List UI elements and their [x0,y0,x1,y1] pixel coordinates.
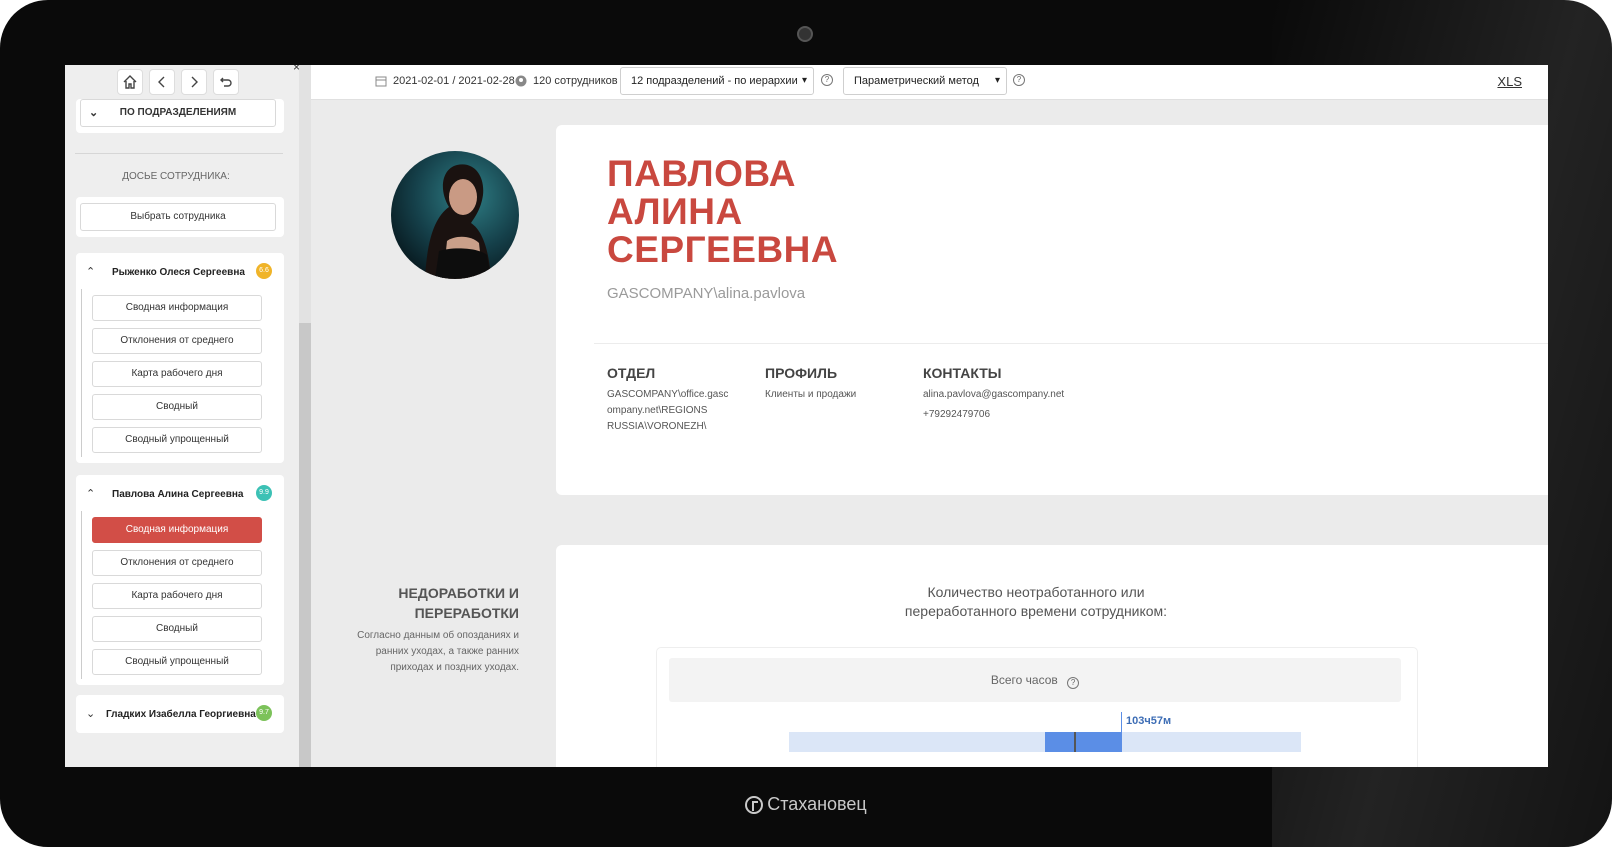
group-selector[interactable]: ⌄ ПО ПОДРАЗДЕЛЕНИЯМ [80,99,276,127]
department-select[interactable]: 12 подразделений - по иерархии ▾ [620,67,814,95]
menu-item-workday-map[interactable]: Карта рабочего дня [92,583,262,609]
contact-email[interactable]: alina.pavlova@gascompany.net [923,387,1064,403]
menu-item-consolidated-simple[interactable]: Сводный упрощенный [92,427,262,453]
sidebar: × ⌄ ПО ПОДРАЗДЕЛЕНИЯМ ДОСЬЕ СОТРУДНИКА: … [65,65,311,767]
name-line: ПАВЛОВА [607,153,796,194]
group-selector-label: ПО ПОДРАЗДЕЛЕНИЯМ [119,107,237,118]
department-select-value: 12 подразделений - по иерархии [631,75,798,87]
name-line: АЛИНА [607,191,743,232]
chevron-down-icon: ⌄ [89,107,99,119]
method-select-value: Параметрический метод [854,75,979,87]
choose-employee-button[interactable]: Выбрать сотрудника [80,203,276,231]
chart-title-line: Количество неотработанного или [927,584,1145,600]
tree-line [81,511,82,679]
hours-bar-value-line [1121,712,1122,752]
sidebar-scrollbar[interactable] [299,323,311,767]
calendar-icon [375,74,387,92]
employee-card-active: ⌃ Павлова Алина Сергеевна 9.9 Сводная ин… [76,475,284,685]
total-hours-panel: Всего часов ? 103ч57м [656,647,1418,767]
score-badge: 9.9 [256,485,272,501]
name-line: СЕРГЕЕВНА [607,229,839,270]
device-frame: × ⌄ ПО ПОДРАЗДЕЛЕНИЯМ ДОСЬЕ СОТРУДНИКА: … [0,0,1612,847]
chevron-down-icon: ▾ [994,75,1000,86]
top-toolbar: 2021-02-01 / 2021-02-28 120 сотрудников … [311,65,1548,100]
dossier-heading: ДОСЬЕ СОТРУДНИКА: [122,171,230,182]
department-line: GASCOMPANY\office.gasc [607,389,729,400]
chevron-up-icon: ⌃ [86,488,96,500]
help-icon[interactable]: ? [1067,677,1080,689]
xls-export-link[interactable]: XLS [1497,74,1522,89]
contacts-title: КОНТАКТЫ [923,365,1002,381]
profile-card: ПАВЛОВА АЛИНА СЕРГЕЕВНА GASCOMPANY\alina… [556,125,1548,495]
chart-title-line: переработанного времени сотрудником: [904,603,1168,619]
employee-header[interactable]: ⌃ Рыженко Олеся Сергеевна 6.6 [76,253,284,289]
score-badge: 6.6 [256,263,272,279]
score-badge: 9.7 [256,705,272,721]
section-description: Согласно данным об опозданиях и ранних у… [319,628,519,676]
profile-separator [594,343,1548,344]
department-line: ompany.net\REGIONS [607,405,708,416]
close-icon[interactable]: × [293,65,300,74]
employee-card-collapsed[interactable]: ⌄ Гладких Изабелла Георгиевна 9.7 [76,695,284,733]
department-title: ОТДЕЛ [607,365,656,381]
profile-value: Клиенты и продажи [765,389,857,400]
chevron-right-icon[interactable] [181,69,207,95]
camera-icon [797,26,813,42]
brand-logo-icon [745,796,764,814]
desc-line: ранних уходах, а также ранних [375,646,519,657]
app-screen: × ⌄ ПО ПОДРАЗДЕЛЕНИЯМ ДОСЬЕ СОТРУДНИКА: … [65,65,1548,767]
menu-item-workday-map[interactable]: Карта рабочего дня [92,361,262,387]
employee-name: Гладких Изабелла Георгиевна [106,709,256,720]
chevron-up-icon: ⌃ [86,266,96,278]
total-hours-title: Всего часов [990,673,1058,687]
menu-item-summary[interactable]: Сводная информация [92,295,262,321]
employee-name: Рыженко Олеся Сергеевна [112,267,245,278]
department-line: RUSSIA\VORONEZH\ [607,421,707,432]
employee-header[interactable]: ⌃ Павлова Алина Сергеевна 9.9 [76,475,284,511]
menu-item-consolidated[interactable]: Сводный [92,616,262,642]
employee-card: ⌃ Рыженко Олеся Сергеевна 6.6 Сводная ин… [76,253,284,463]
employee-fullname: ПАВЛОВА АЛИНА СЕРГЕЕВНА [607,155,838,269]
brand-name: Стахановец [767,794,867,814]
menu-item-deviations[interactable]: Отклонения от среднего [92,328,262,354]
hours-bar-marker [1074,732,1076,752]
device-brand: Стахановец [0,794,1612,815]
user-icon [515,74,527,92]
profile-title: ПРОФИЛЬ [765,365,838,381]
total-hours-header: Всего часов ? [669,658,1401,702]
chart-title: Количество неотработанного или переработ… [556,583,1516,621]
hours-bar-fill [1045,732,1121,752]
contact-phone: +79292479706 [923,409,991,420]
menu-item-summary-active[interactable]: Сводная информация [92,517,262,543]
home-icon[interactable] [117,69,143,95]
chevron-down-icon: ▾ [801,75,807,86]
choose-employee-card: Выбрать сотрудника [76,197,284,237]
method-select[interactable]: Параметрический метод ▾ [843,67,1007,95]
employee-login: GASCOMPANY\alina.pavlova [607,285,806,302]
employee-name: Павлова Алина Сергеевна [112,489,244,500]
chevron-left-icon[interactable] [149,69,175,95]
desc-line: Согласно данным об опозданиях и [357,630,519,641]
sidebar-divider [75,153,283,154]
menu-item-consolidated-simple[interactable]: Сводный упрощенный [92,649,262,675]
underwork-card: Количество неотработанного или переработ… [556,545,1548,767]
menu-item-consolidated[interactable]: Сводный [92,394,262,420]
department-value: GASCOMPANY\office.gasc ompany.net\REGION… [607,387,728,435]
chevron-down-icon: ⌄ [86,708,96,720]
help-icon[interactable]: ? [821,74,833,86]
undo-icon[interactable] [213,69,239,95]
hours-bar-value-label: 103ч57м [1126,715,1172,727]
section-title-line: ПЕРЕРАБОТКИ [414,605,519,621]
employees-count: 120 сотрудников [533,75,618,87]
desc-line: приходах и поздних уходах. [390,662,519,673]
group-card: ⌄ ПО ПОДРАЗДЕЛЕНИЯМ [76,99,284,133]
section-title-line: НЕДОРАБОТКИ И [398,585,519,601]
help-icon[interactable]: ? [1013,74,1025,86]
underwork-section-info: НЕДОРАБОТКИ И ПЕРЕРАБОТКИ Согласно данны… [335,583,519,703]
date-range[interactable]: 2021-02-01 / 2021-02-28 [393,75,515,87]
tree-line [81,289,82,457]
avatar [391,151,519,279]
menu-item-deviations[interactable]: Отклонения от среднего [92,550,262,576]
